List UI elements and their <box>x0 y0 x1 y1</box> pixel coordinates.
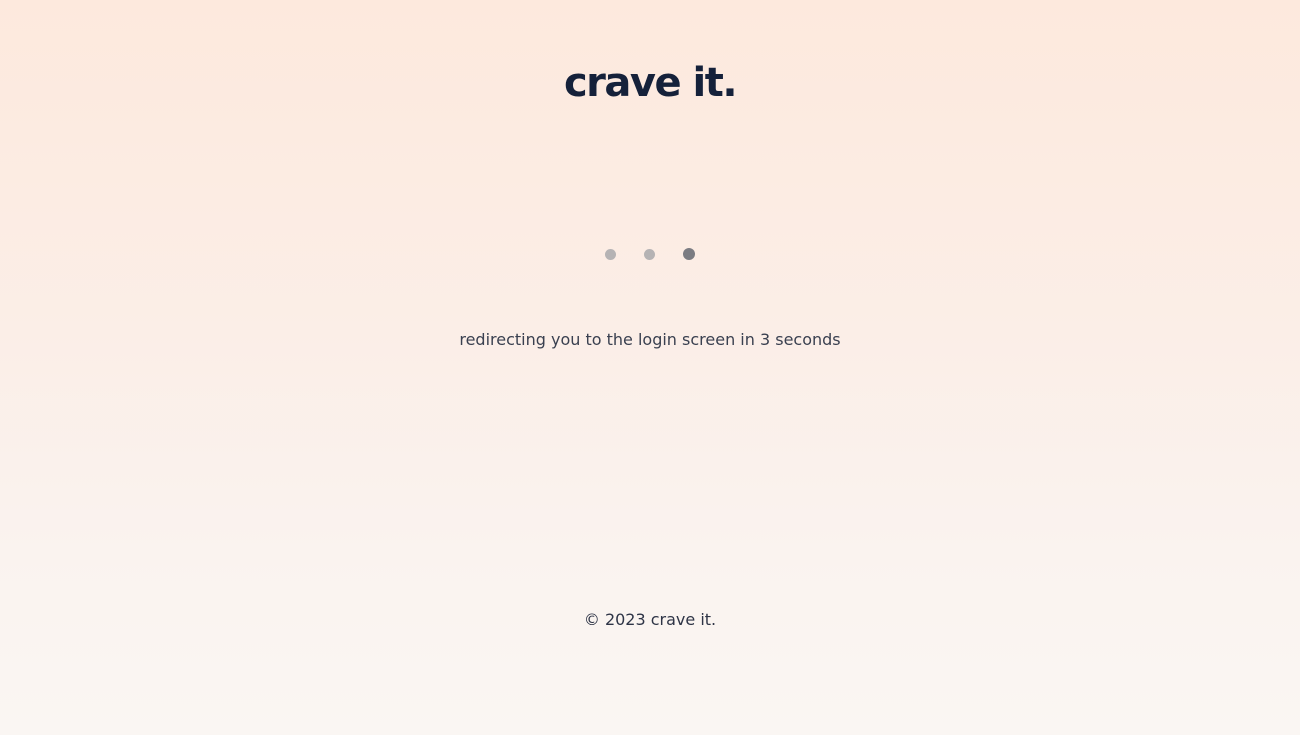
footer-copyright: © 2023 crave it. <box>583 610 717 629</box>
redirect-message: redirecting you to the login screen in 3… <box>459 330 841 349</box>
loading-indicator <box>0 248 1300 260</box>
loading-dot-1 <box>605 248 616 260</box>
loading-dot-3-active <box>683 248 695 260</box>
brand-logo: crave it. <box>563 60 738 106</box>
loading-dot-2 <box>644 248 655 260</box>
